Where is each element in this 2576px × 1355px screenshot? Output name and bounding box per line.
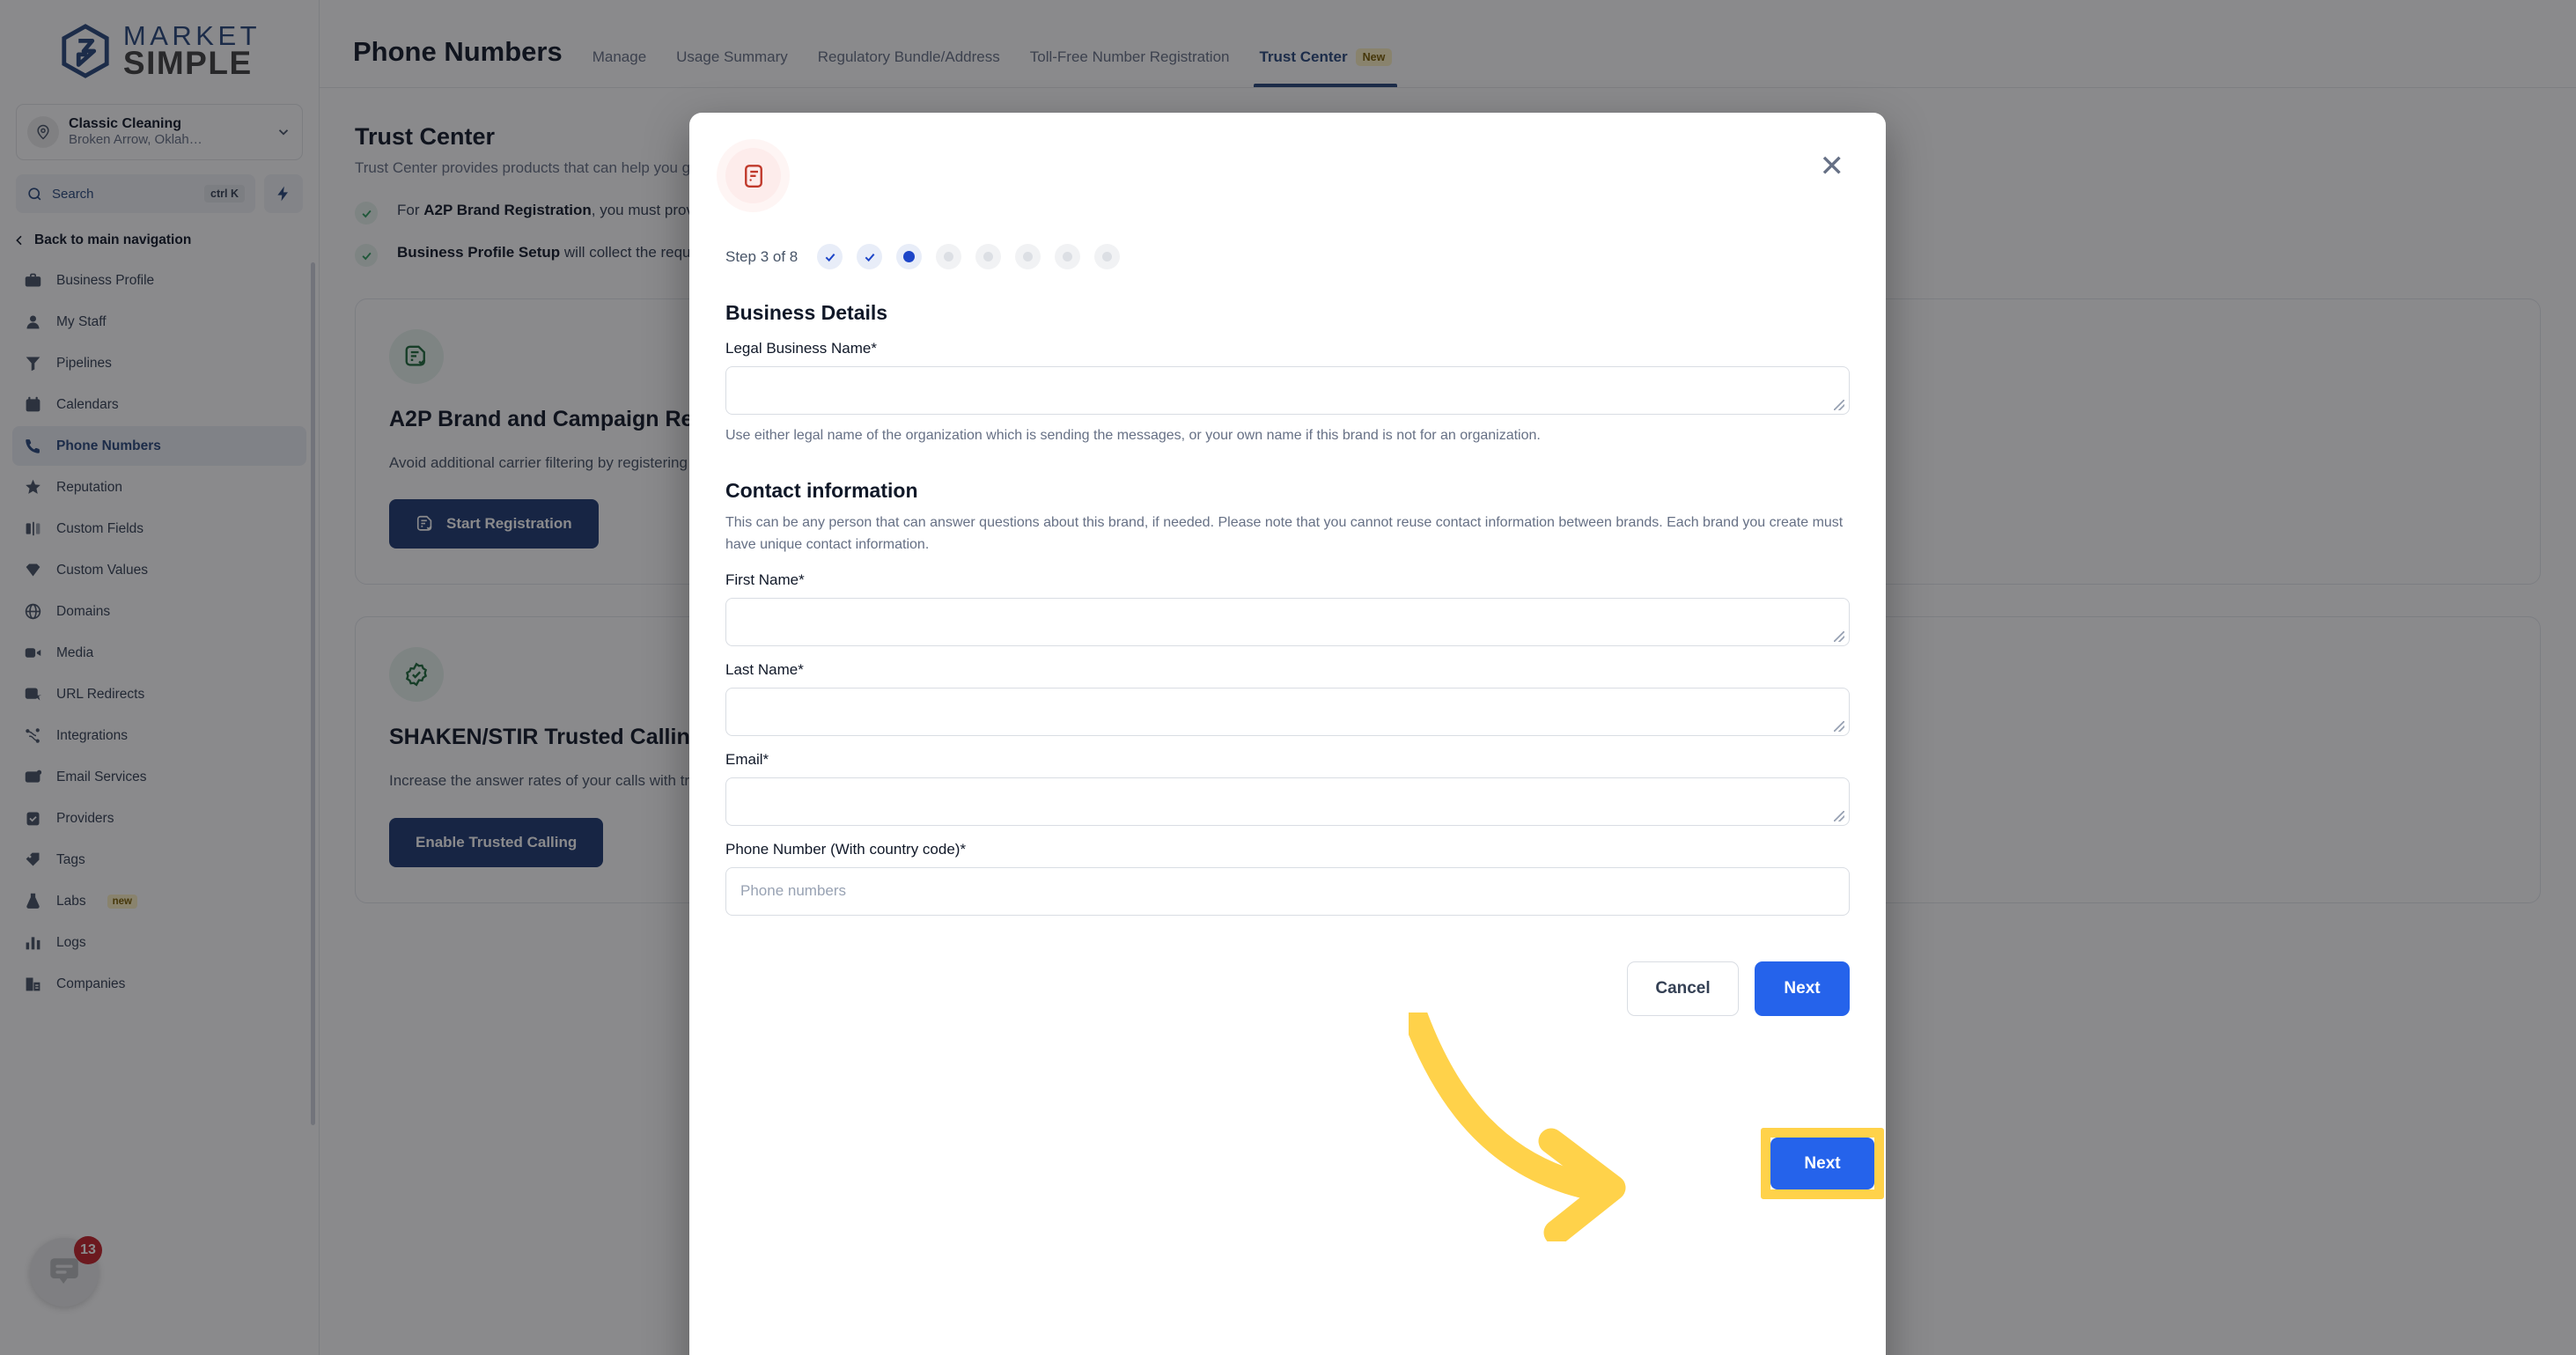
step-dot-6[interactable] [1015,244,1041,269]
next-button[interactable]: Next [1755,961,1850,1016]
contact-information-description: This can be any person that can answer q… [725,514,1844,553]
first-name-input[interactable] [725,597,1850,646]
check-icon [825,253,835,261]
legal-business-name-helper: Use either legal name of the organizatio… [725,428,1541,443]
business-details-heading: Business Details [725,301,888,324]
form-document-icon [725,148,781,203]
close-icon[interactable]: ✕ [1814,148,1851,185]
step-dot-3-current[interactable] [896,244,923,269]
step-dot-4[interactable] [936,244,962,269]
step-dot-1-done[interactable] [817,244,843,269]
check-icon [865,253,875,261]
phone-number-label: Phone Number (With country code)* [725,840,967,858]
modal-header: ✕ [725,148,1850,203]
annotation-highlight-next: Next [1761,1128,1884,1199]
step-dot-5[interactable] [975,244,1002,269]
step-dot-2-done[interactable] [857,244,883,269]
email-input[interactable] [725,777,1850,826]
next-button-highlighted[interactable]: Next [1770,1138,1874,1189]
brand-registration-modal: ✕ Step 3 of 8 Business Details Legal Bus… [689,113,1886,1355]
last-name-label: Last Name* [725,660,804,678]
first-name-label: First Name* [725,571,805,588]
step-dot-7[interactable] [1055,244,1081,269]
contact-information-heading: Contact information [725,478,918,502]
cancel-button[interactable]: Cancel [1627,961,1739,1016]
modal-actions: Cancel Next [725,961,1850,1016]
phone-number-input[interactable]: Phone numbers [725,866,1850,916]
app-root: MARKET SIMPLE Classic Cleaning Broken Ar… [0,0,2576,1355]
legal-business-name-input[interactable] [725,366,1850,415]
legal-business-name-label: Legal Business Name* [725,340,877,357]
email-label: Email* [725,750,769,768]
step-label: Step 3 of 8 [725,247,799,265]
step-dot-8[interactable] [1094,244,1121,269]
step-indicator: Step 3 of 8 [725,244,1850,269]
last-name-input[interactable] [725,687,1850,736]
